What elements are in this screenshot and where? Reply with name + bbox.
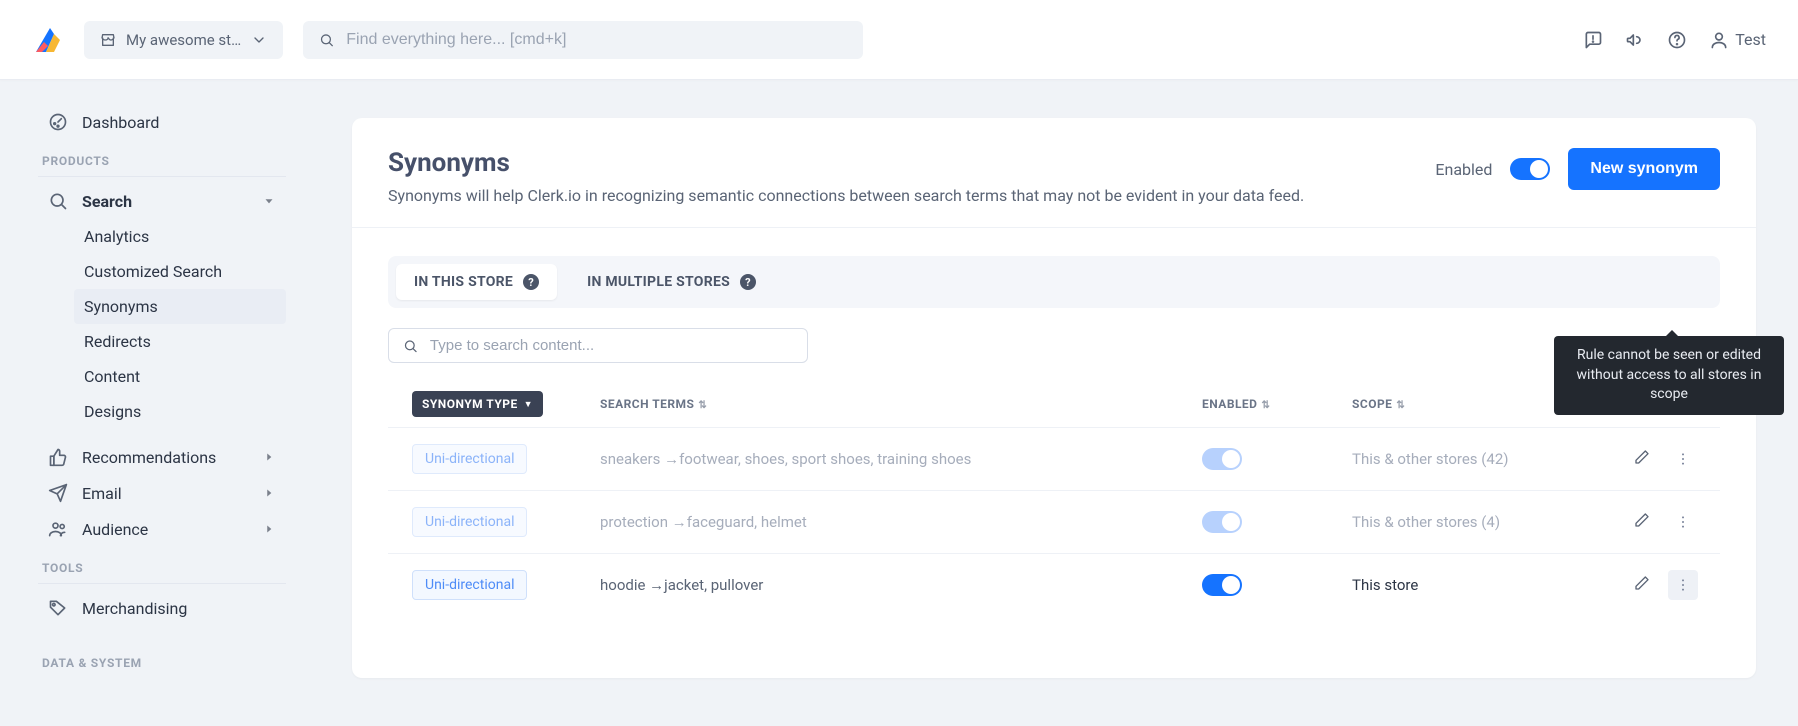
store-selector[interactable]: My awesome st… [84,21,283,59]
page-subtitle: Synonyms will help Clerk.io in recognizi… [388,186,1304,205]
search-icon [48,191,68,211]
help-badge-icon[interactable]: ? [740,274,756,290]
help-badge-icon[interactable]: ? [523,274,539,290]
user-icon [1709,30,1729,50]
row-terms: sneakers →footwear, shoes, sport shoes, … [588,428,1190,491]
col-type[interactable]: SYNONYM TYPE▼ [388,381,588,428]
more-menu-icon[interactable] [1668,444,1698,474]
global-search[interactable] [303,21,863,59]
section-data-system: DATA & SYSTEM [42,656,286,670]
caret-right-icon [262,522,276,536]
panel-body: IN THIS STORE ? IN MULTIPLE STORES ? [352,228,1756,644]
row-scope: This & other stores (42) [1340,428,1600,491]
nav-sub-synonyms[interactable]: Synonyms [74,289,286,324]
edit-icon[interactable] [1634,575,1650,595]
nav-sub-analytics[interactable]: Analytics [74,219,286,254]
feedback-icon[interactable] [1583,30,1603,50]
table-row: Uni-directional protection →faceguard, h… [388,491,1720,554]
logo [32,24,64,56]
chevron-down-icon [251,32,267,48]
user-menu[interactable]: Test [1709,30,1766,50]
announce-icon[interactable] [1625,30,1645,50]
store-name: My awesome st… [126,31,241,49]
more-menu-icon[interactable] [1668,507,1698,537]
nav-merchandising[interactable]: Merchandising [38,590,286,626]
new-synonym-button[interactable]: New synonym [1568,148,1720,190]
content-search-input[interactable] [430,337,793,354]
store-icon [100,32,116,48]
row-toggle[interactable] [1202,511,1242,533]
feature-toggle[interactable] [1510,158,1550,180]
help-icon[interactable] [1667,30,1687,50]
nav-dashboard[interactable]: Dashboard [38,104,286,140]
nav-search-sub: Analytics Customized Search Synonyms Red… [74,219,286,429]
page-title: Synonyms [388,148,1304,178]
nav-recommendations-label: Recommendations [82,448,216,467]
nav-audience-label: Audience [82,520,148,539]
row-scope: This & other stores (4) [1340,491,1600,554]
users-icon [48,519,68,539]
col-enabled[interactable]: ENABLED⇅ [1190,381,1340,428]
enabled-label: Enabled [1435,160,1492,179]
search-icon [403,338,418,354]
table-row: Uni-directional hoodie →jacket, pullover… [388,554,1720,617]
nav-sub-content[interactable]: Content [74,359,286,394]
tag-icon [48,598,68,618]
more-menu-icon[interactable] [1668,570,1698,600]
nav-sub-redirects[interactable]: Redirects [74,324,286,359]
section-products: PRODUCTS [42,154,286,168]
divider [38,583,286,584]
tooltip: Rule cannot be seen or edited without ac… [1554,336,1784,415]
send-icon [48,483,68,503]
table-row: Uni-directional sneakers →footwear, shoe… [388,428,1720,491]
nav-recommendations[interactable]: Recommendations [38,439,286,475]
caret-right-icon [262,486,276,500]
row-toggle[interactable] [1202,448,1242,470]
section-tools: TOOLS [42,561,286,575]
row-terms: protection →faceguard, helmet [588,491,1190,554]
thumbs-up-icon [48,447,68,467]
nav-search-label: Search [82,192,132,211]
row-toggle[interactable] [1202,574,1242,596]
caret-down-icon [262,194,276,208]
sidebar: Dashboard PRODUCTS Search Analytics Cust… [0,80,310,726]
global-search-input[interactable] [346,31,847,49]
nav-merchandising-label: Merchandising [82,599,187,618]
scope-tabs: IN THIS STORE ? IN MULTIPLE STORES ? [388,256,1720,308]
nav-sub-designs[interactable]: Designs [74,394,286,429]
type-badge: Uni-directional [412,444,527,474]
nav-search[interactable]: Search [38,183,286,219]
tab-in-this-store[interactable]: IN THIS STORE ? [396,264,557,300]
search-icon [319,32,334,48]
type-badge: Uni-directional [412,507,527,537]
nav-email[interactable]: Email [38,475,286,511]
dashboard-icon [48,112,68,132]
content-search[interactable] [388,328,808,363]
nav-audience[interactable]: Audience [38,511,286,547]
tab-in-multiple-stores[interactable]: IN MULTIPLE STORES ? [569,264,774,300]
user-name: Test [1735,30,1766,49]
nav-sub-customized-search[interactable]: Customized Search [74,254,286,289]
main: Synonyms Synonyms will help Clerk.io in … [310,80,1798,726]
row-scope: This store [1340,554,1600,617]
caret-right-icon [262,450,276,464]
nav-email-label: Email [82,484,122,503]
col-terms[interactable]: SEARCH TERMS⇅ [588,381,1190,428]
topbar: My awesome st… Test [0,0,1798,80]
synonyms-table: SYNONYM TYPE▼ SEARCH TERMS⇅ ENABLED⇅ SCO… [388,381,1720,616]
type-badge: Uni-directional [412,570,527,600]
divider [38,176,286,177]
edit-icon[interactable] [1634,449,1650,469]
nav-dashboard-label: Dashboard [82,113,159,132]
panel-header: Synonyms Synonyms will help Clerk.io in … [352,118,1756,228]
row-terms: hoodie →jacket, pullover [588,554,1190,617]
topbar-right: Test [1583,30,1766,50]
panel: Synonyms Synonyms will help Clerk.io in … [352,118,1756,678]
edit-icon[interactable] [1634,512,1650,532]
